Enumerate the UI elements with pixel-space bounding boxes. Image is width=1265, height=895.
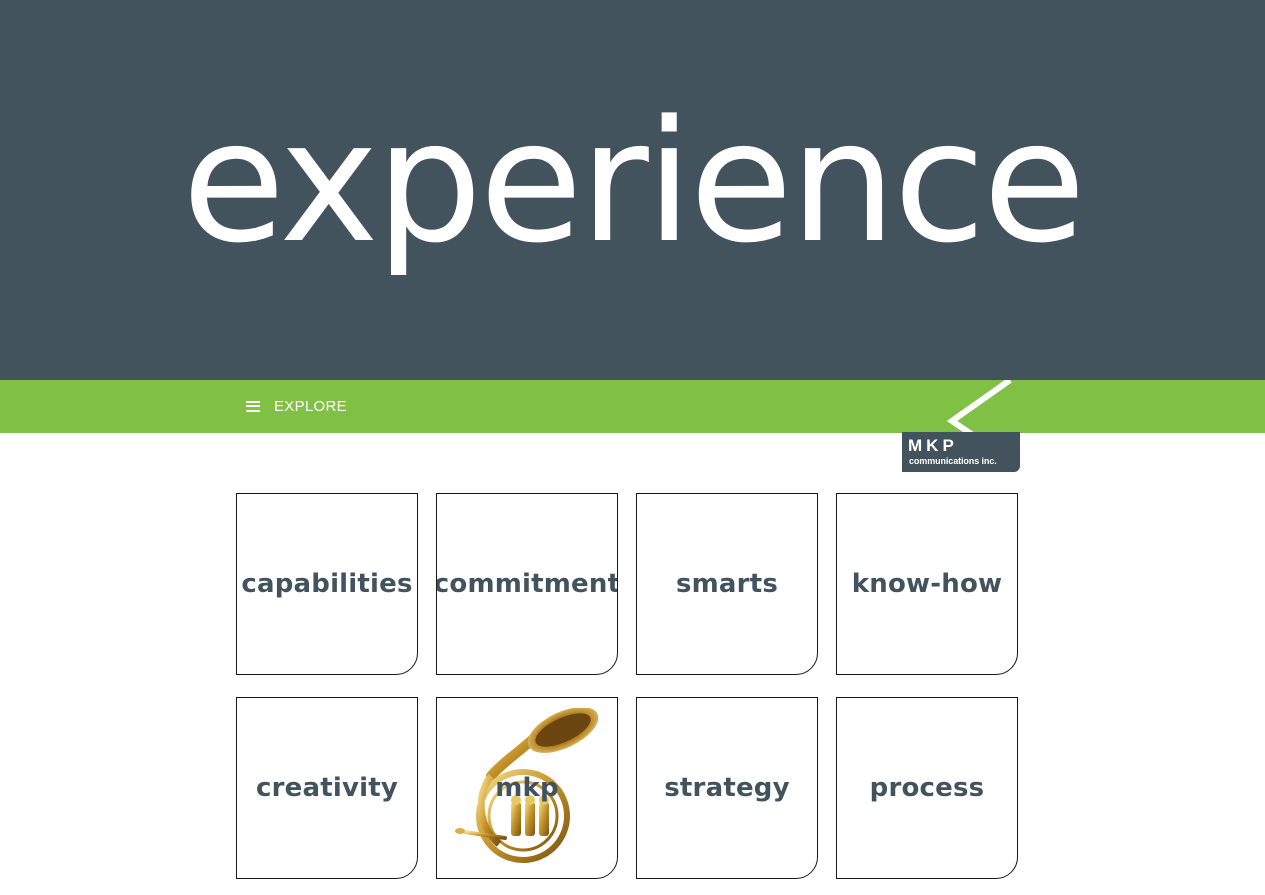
tile-label[interactable]: creativity [237, 698, 417, 878]
tile-commitment[interactable]: commitment [436, 493, 618, 675]
hero-title: experience [181, 84, 1086, 280]
tile-label[interactable]: smarts [637, 494, 817, 674]
tile-label[interactable]: process [837, 698, 1017, 878]
hamburger-icon[interactable] [246, 400, 260, 412]
tile-label[interactable]: strategy [637, 698, 817, 878]
tile-know-how[interactable]: know-how [836, 493, 1018, 675]
nav-bar: EXPLORE [0, 380, 1265, 433]
tile-label[interactable]: commitment [437, 494, 617, 674]
tile-label[interactable]: mkp [437, 698, 617, 878]
tile-process[interactable]: process [836, 697, 1018, 879]
hero-banner: experience [0, 0, 1265, 380]
mkp-logo[interactable]: MKP communications inc. [902, 380, 1020, 473]
tile-label[interactable]: know-how [837, 494, 1017, 674]
explore-menu-button[interactable]: EXPLORE [246, 394, 347, 418]
logo-name: MKP [908, 436, 958, 455]
tile-mkp[interactable]: mkp [436, 697, 618, 879]
tile-creativity[interactable]: creativity [236, 697, 418, 879]
tile-label[interactable]: capabilities [237, 494, 417, 674]
tile-smarts[interactable]: smarts [636, 493, 818, 675]
tile-strategy[interactable]: strategy [636, 697, 818, 879]
tile-capabilities[interactable]: capabilities [236, 493, 418, 675]
logo-subtitle: communications inc. [909, 456, 997, 466]
explore-label[interactable]: EXPLORE [274, 398, 347, 415]
